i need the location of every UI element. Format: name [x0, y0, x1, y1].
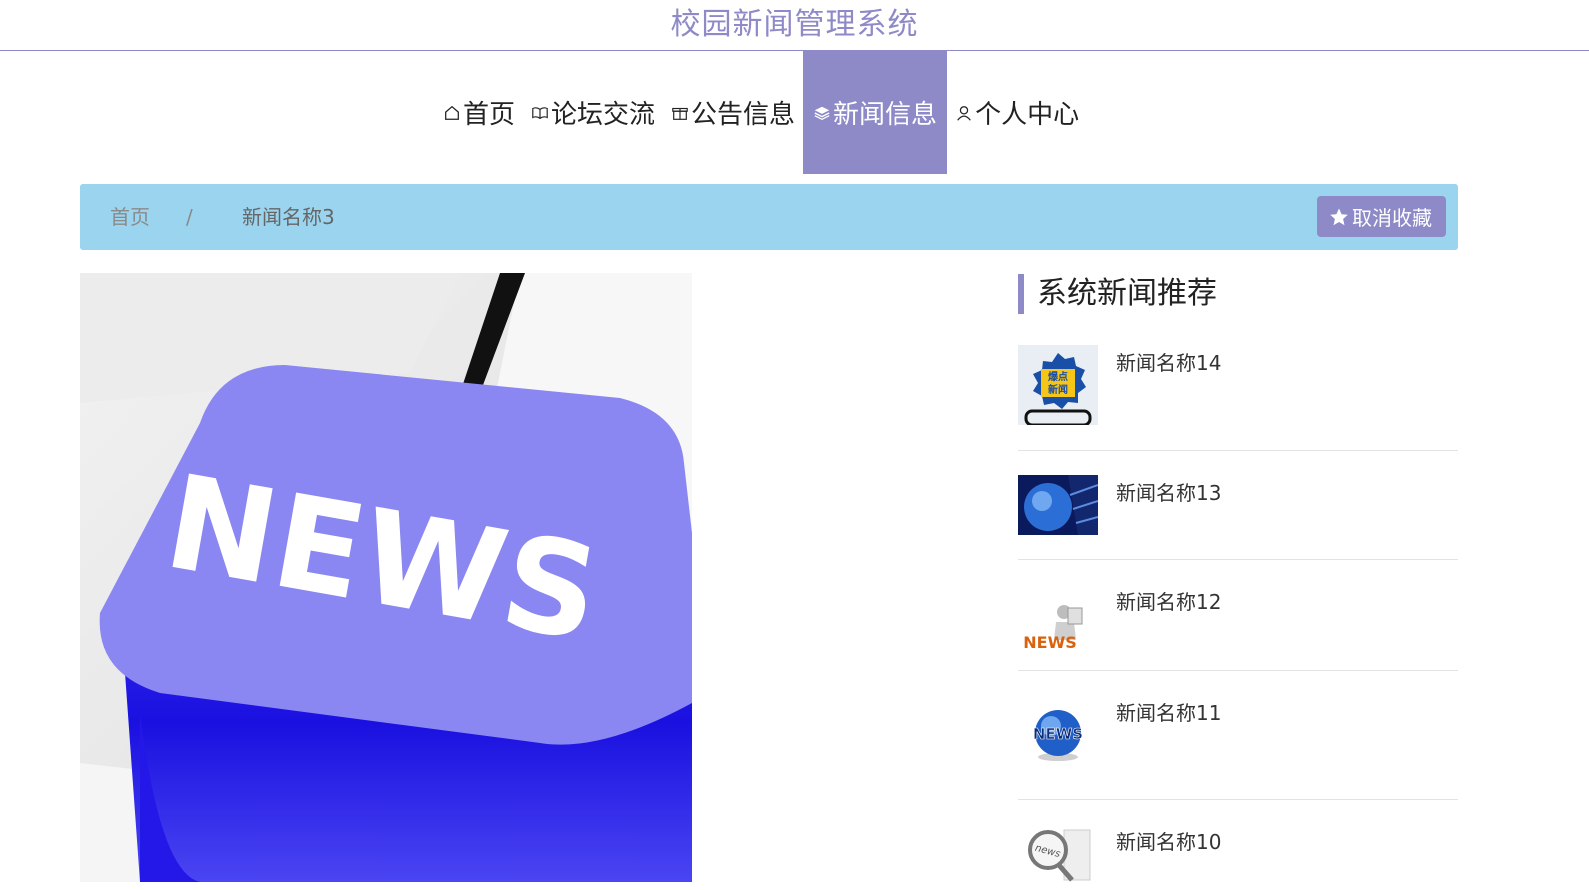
gift-icon — [672, 107, 688, 120]
breadcrumb-separator: / — [186, 205, 193, 229]
nav-item-announcements[interactable]: 公告信息 — [663, 51, 803, 174]
recommend-item[interactable]: 新闻名称13 — [1018, 451, 1458, 560]
recommend-thumb: news — [1018, 822, 1098, 884]
nav-label-home: 首页 — [463, 100, 516, 130]
breadcrumb-home-link[interactable]: 首页 — [110, 184, 150, 250]
svg-text:新闻: 新闻 — [1048, 383, 1068, 396]
nav-label-forum: 论坛交流 — [551, 100, 656, 130]
book-icon — [532, 106, 548, 119]
star-icon — [1330, 208, 1348, 225]
user-icon — [957, 105, 971, 121]
home-icon — [445, 105, 459, 120]
recommend-thumb — [1018, 475, 1098, 535]
recommend-item[interactable]: 爆点 新闻 新闻名称14 — [1018, 345, 1458, 451]
nav-item-forum[interactable]: 论坛交流 — [523, 51, 663, 174]
recommend-title[interactable]: 新闻名称13 — [1116, 477, 1221, 506]
recommend-thumb: NEWS — [1018, 582, 1098, 662]
nav-label-profile: 个人中心 — [975, 100, 1080, 130]
recommend-item[interactable]: NEWS 新闻名称11 — [1018, 671, 1458, 800]
recommend-item[interactable]: news 新闻名称10 — [1018, 800, 1458, 890]
recommend-title[interactable]: 新闻名称12 — [1116, 586, 1221, 615]
recommend-thumb-text: NEWS — [1033, 725, 1083, 743]
recommend-title[interactable]: 新闻名称14 — [1116, 347, 1221, 376]
nav-item-profile[interactable]: 个人中心 — [947, 51, 1087, 174]
recommend-title[interactable]: 新闻名称10 — [1116, 826, 1221, 855]
recommend-list: 爆点 新闻 新闻名称14 新闻名称13 NEWS 新闻名称12 NEWS 新闻名… — [1018, 345, 1458, 890]
cancel-favorite-label: 取消收藏 — [1352, 206, 1432, 230]
recommend-thumb-text: NEWS — [1023, 633, 1077, 652]
nav-label-news: 新闻信息 — [833, 100, 938, 130]
recommend-thumb: 爆点 新闻 — [1018, 345, 1098, 425]
nav-label-announcements: 公告信息 — [691, 100, 796, 130]
recommend-heading: 系统新闻推荐 — [1018, 274, 1217, 314]
main-nav: 首页 论坛交流 公告信息 新闻信息 个人中心 — [443, 51, 1087, 174]
site-title: 校园新闻管理系统 — [0, 0, 1589, 51]
news-cover-image: NEWS — [80, 273, 692, 882]
recommend-item[interactable]: NEWS 新闻名称12 — [1018, 560, 1458, 671]
svg-text:爆点: 爆点 — [1048, 370, 1068, 383]
nav-item-news[interactable]: 新闻信息 — [803, 51, 948, 174]
layers-icon — [814, 106, 830, 120]
nav-item-home[interactable]: 首页 — [443, 51, 523, 174]
breadcrumb: 首页 / 新闻名称3 取消收藏 — [80, 184, 1458, 250]
cancel-favorite-button[interactable]: 取消收藏 — [1317, 196, 1446, 237]
breadcrumb-current: 新闻名称3 — [242, 205, 335, 229]
recommend-title[interactable]: 新闻名称11 — [1116, 697, 1221, 726]
recommend-thumb: NEWS — [1018, 693, 1098, 773]
